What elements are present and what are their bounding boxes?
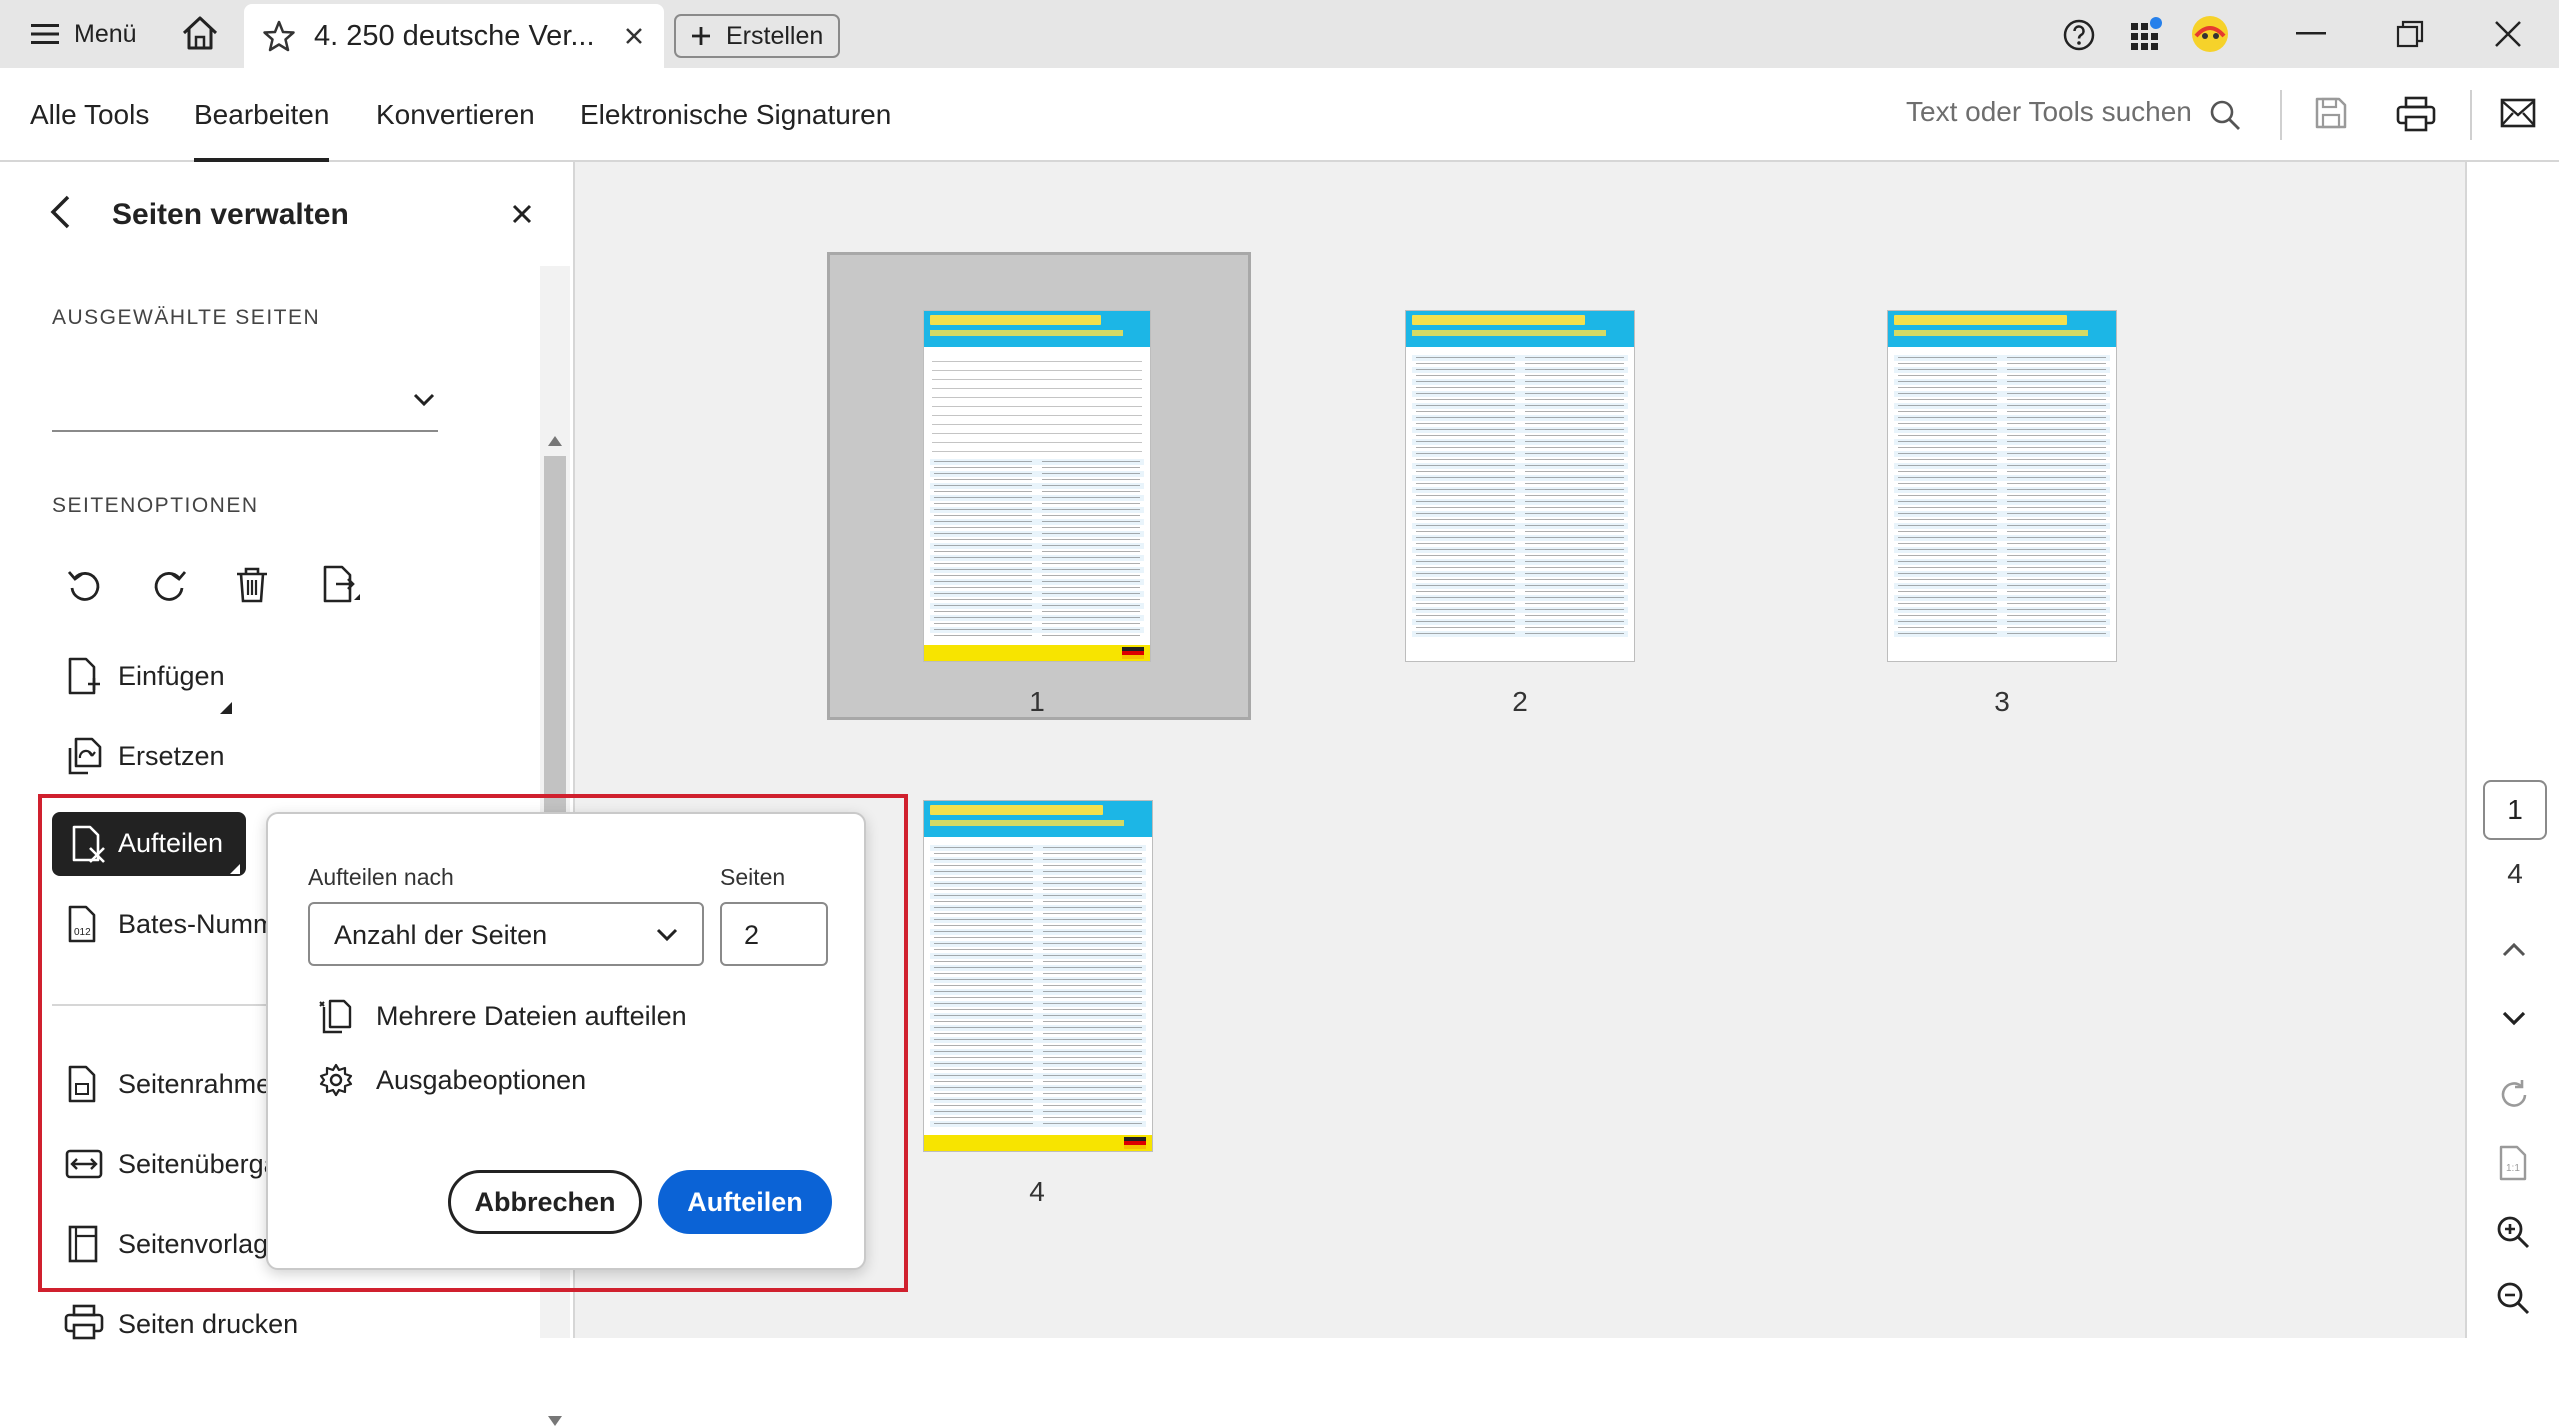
multiple-files-icon [319,999,352,1034]
svg-text:1:1: 1:1 [2506,1163,2520,1174]
minimize-icon[interactable] [2296,32,2326,36]
split-by-value: Anzahl der Seiten [334,920,548,950]
menu-label: Menü [74,19,137,48]
split-confirm-button[interactable]: Aufteilen [658,1170,832,1234]
thumbnail-table [930,459,1144,639]
cancel-button[interactable]: Abbrechen [448,1170,642,1234]
print-pages-label: Seiten drucken [118,1308,299,1339]
page-thumbnail[interactable] [923,800,1153,1152]
right-navigation-rail: 1 4 1:1 [2465,162,2559,1338]
tab-e-signatures[interactable]: Elektronische Signaturen [580,68,891,162]
replace-button[interactable]: Ersetzen [118,738,225,774]
insert-page-icon [68,657,100,695]
insert-button[interactable]: Einfügen [118,658,225,694]
scroll-up-icon[interactable] [548,436,562,446]
extract-page-icon[interactable] [320,564,362,606]
replace-page-icon [68,737,102,775]
split-multiple-files-button[interactable]: Mehrere Dateien aufteilen [318,994,687,1038]
close-window-icon[interactable] [2494,20,2522,48]
toolbar-divider [2470,90,2472,140]
plus-icon [692,27,710,45]
print-icon[interactable] [2396,96,2436,132]
scroll-down-icon[interactable] [548,1416,562,1426]
create-button[interactable]: Erstellen [674,14,840,58]
home-button[interactable] [180,14,220,52]
tab-convert[interactable]: Konvertieren [376,68,535,162]
rotate-left-icon[interactable] [66,566,104,604]
close-tab-icon[interactable] [624,26,644,46]
current-page-input[interactable]: 1 [2483,780,2547,840]
previous-page-icon[interactable] [2501,940,2527,958]
next-page-icon[interactable] [2501,1010,2527,1028]
zoom-out-icon[interactable] [2495,1280,2531,1316]
help-icon[interactable] [2062,18,2096,52]
page-number-label: 4 [1029,1176,1045,1207]
gear-icon [319,1063,353,1097]
home-icon [182,16,218,50]
output-options-button[interactable]: Ausgabeoptionen [318,1058,586,1102]
back-arrow-icon[interactable] [48,194,72,230]
chevron-down-icon [413,393,435,407]
split-by-label: Aufteilen nach [308,864,454,890]
actual-size-icon[interactable]: 1:1 [2497,1144,2531,1182]
panel-title: Seiten verwalten [112,198,349,231]
apps-grid-icon[interactable] [2128,16,2164,52]
search-input[interactable]: Text oder Tools suchen [1906,96,2192,128]
print-pages-button[interactable]: Seiten drucken [118,1306,298,1342]
restore-icon[interactable] [2396,20,2424,48]
submenu-arrow-icon [220,702,232,714]
page-number-label: 1 [1029,686,1045,717]
page-number-label: 3 [1994,686,2010,717]
tab-title: 4. 250 deutsche Ver... [314,19,595,52]
split-by-select[interactable]: Anzahl der Seiten [308,902,704,966]
main-toolbar: Alle Tools Bearbeiten Konvertieren Elekt… [0,68,2559,162]
thumbnail-header [924,311,1150,347]
insert-label: Einfügen [118,660,225,691]
thumbnail-intro-text [932,357,1142,453]
chevron-down-icon [656,928,678,942]
save-icon[interactable] [2314,96,2348,130]
tab-edit[interactable]: Bearbeiten [194,68,330,162]
email-icon[interactable] [2500,98,2536,128]
star-icon[interactable] [262,19,296,53]
page-thumbnail[interactable] [1405,310,1635,662]
page-thumbnail[interactable] [1887,310,2117,662]
close-panel-icon[interactable] [512,204,532,224]
multiple-files-label: Mehrere Dateien aufteilen [376,1000,687,1031]
zoom-in-icon[interactable] [2495,1214,2531,1250]
page-thumbnail[interactable] [923,310,1151,662]
pages-count-input[interactable]: 2 [720,902,828,966]
output-options-label: Ausgabeoptionen [376,1064,587,1095]
page-options-heading: SEITENOPTIONEN [52,494,259,517]
hamburger-icon [31,24,59,44]
total-pages-label: 4 [2507,858,2523,889]
avatar[interactable] [2190,14,2230,54]
selected-pages-heading: AUSGEWÄHLTE SEITEN [52,306,321,329]
toolbar-divider [2280,90,2282,140]
create-label: Erstellen [726,21,824,50]
page-number-label: 2 [1512,686,1528,717]
replace-label: Ersetzen [118,740,225,771]
tab-all-tools[interactable]: Alle Tools [30,68,149,162]
title-bar: Menü 4. 250 deutsche Ver... Erstellen [0,0,2559,68]
trash-icon[interactable] [234,566,270,604]
selected-pages-dropdown[interactable] [52,378,438,432]
split-options-popup: Aufteilen nach Anzahl der Seiten Seiten … [266,812,866,1270]
print-pages-icon [64,1304,104,1340]
rotate-right-icon[interactable] [150,566,188,604]
document-tab[interactable]: 4. 250 deutsche Ver... [244,4,664,68]
pages-label: Seiten [720,864,786,890]
menu-button[interactable]: Menü [30,14,137,54]
search-icon[interactable] [2208,98,2242,132]
refresh-icon[interactable] [2497,1078,2531,1112]
